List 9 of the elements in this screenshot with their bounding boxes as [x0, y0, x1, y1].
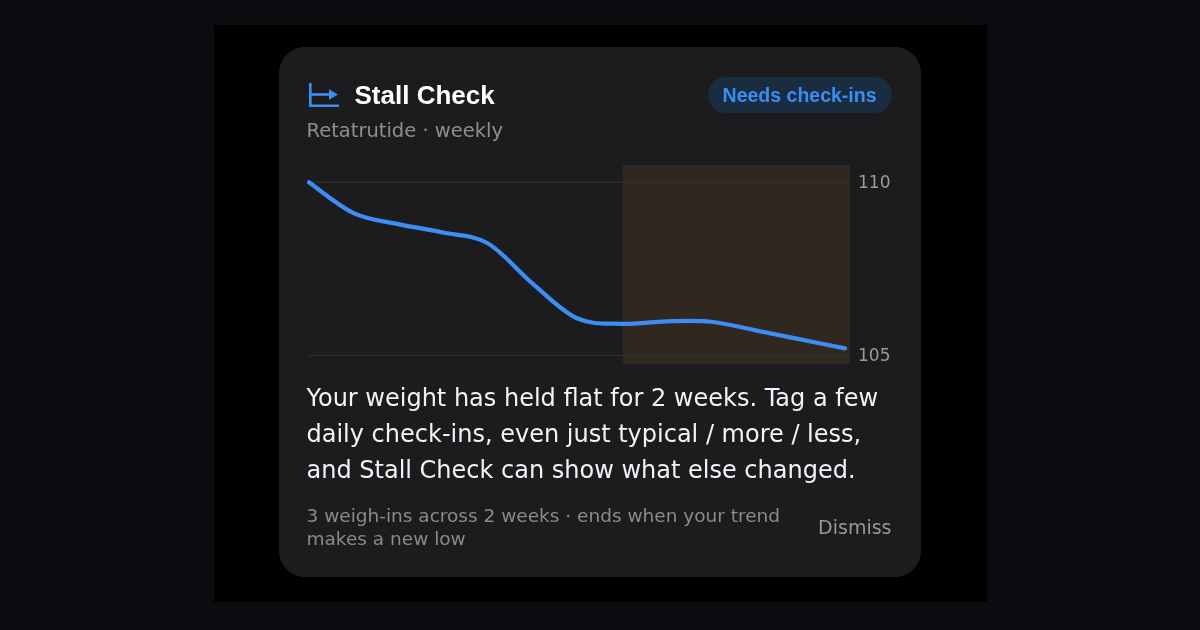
status-badge: Needs check-ins: [707, 77, 892, 113]
card-title: Stall Check: [354, 79, 495, 111]
dismiss-button[interactable]: Dismiss: [818, 515, 892, 539]
axis-label: 105: [857, 345, 890, 364]
card-subtitle: Retatrutide · weekly: [306, 119, 504, 143]
axis-label: 110: [857, 172, 890, 193]
chart-arrow-icon: [308, 83, 339, 107]
footnote-text: 3 weigh-ins across 2 weeks · ends when your trend makes a new low: [306, 504, 782, 550]
message-text: Your weight has held flat for 2 weeks. Tag a few daily check-ins, even just typical / more / less, and Stall Check can show what else changed.: [306, 383, 880, 486]
